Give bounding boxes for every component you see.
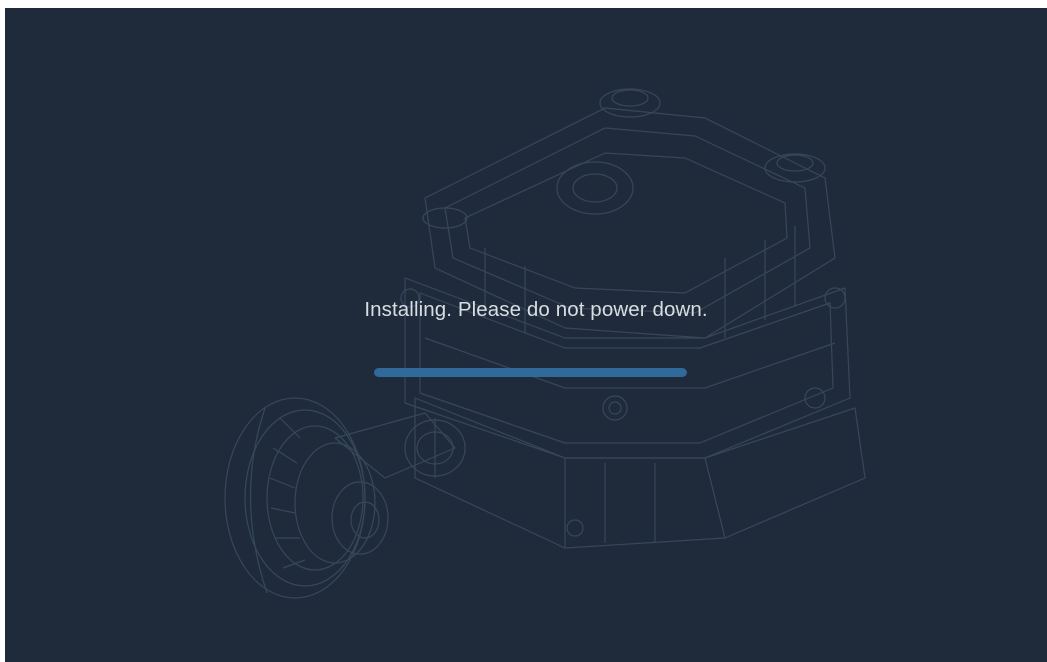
install-status-message: Installing. Please do not power down. [364,298,708,321]
gearbox-motor-line-art [224,88,866,599]
install-progress-bar [374,368,687,377]
install-screen: Installing. Please do not power down. [5,8,1047,662]
install-progress-fill [374,368,687,377]
